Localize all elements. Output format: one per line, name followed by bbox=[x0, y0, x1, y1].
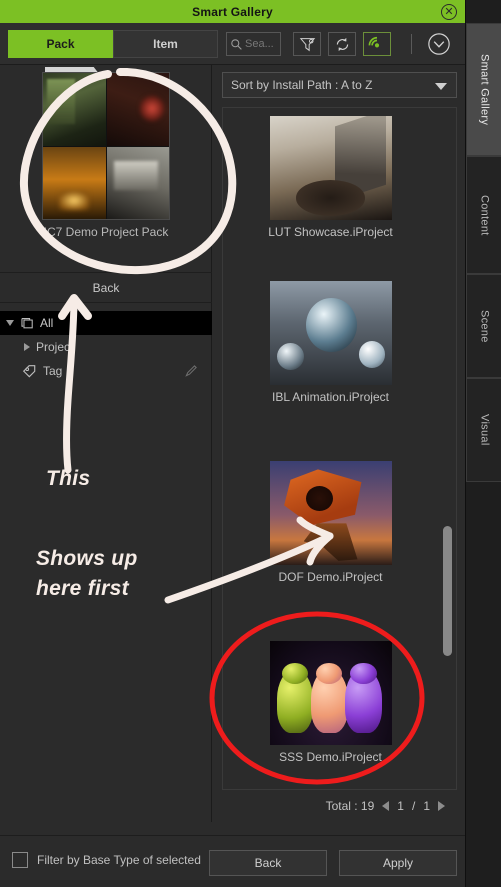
total-count-label: Total : 19 bbox=[325, 799, 375, 813]
thumbnail-image bbox=[269, 641, 392, 745]
pack-name-label: IC7 Demo Project Pack bbox=[43, 225, 169, 239]
expand-menu-button[interactable] bbox=[425, 32, 453, 56]
dock-tab-label: Scene bbox=[478, 309, 491, 343]
layers-icon bbox=[21, 317, 33, 328]
item-label: LUT Showcase.iProject bbox=[268, 225, 393, 239]
thumb-quadrant bbox=[43, 73, 106, 146]
dock-tab-smart-gallery[interactable]: Smart Gallery bbox=[466, 23, 501, 156]
filter-settings-icon bbox=[299, 37, 315, 51]
item-label: SSS Demo.iProject bbox=[279, 750, 382, 764]
item-label: IBL Animation.iProject bbox=[272, 390, 389, 404]
thumbnail-image bbox=[269, 461, 392, 565]
total-pages-label: 1 bbox=[423, 799, 430, 813]
thumb-quadrant bbox=[106, 146, 169, 219]
thumbnail-image bbox=[269, 116, 392, 220]
item-thumbnail bbox=[269, 461, 392, 565]
pencil-icon[interactable] bbox=[185, 364, 198, 380]
refresh-icon bbox=[336, 37, 348, 51]
list-item[interactable]: IBL Animation.iProject bbox=[223, 281, 438, 405]
pack-back-button[interactable]: Back bbox=[0, 273, 212, 303]
list-item[interactable]: DOF Demo.iProject bbox=[223, 461, 438, 585]
item-label: DOF Demo.iProject bbox=[278, 570, 383, 584]
thumbnail-image bbox=[269, 281, 392, 385]
item-browser-panel: Sort by Install Path : A to Z LUT Showca… bbox=[213, 65, 465, 822]
pack-card[interactable]: IC7 Demo Project Pack bbox=[0, 65, 212, 273]
page-separator: / bbox=[411, 799, 416, 813]
window-title: Smart Gallery bbox=[192, 4, 273, 19]
pack-folder bbox=[42, 67, 170, 220]
toolbar: Pack Item Sea... bbox=[0, 23, 465, 65]
item-thumbnail bbox=[269, 116, 392, 220]
chevron-down-icon bbox=[435, 83, 447, 90]
sort-dropdown[interactable]: Sort by Install Path : A to Z bbox=[222, 72, 457, 98]
annotation-text-shows-up: Shows up bbox=[36, 547, 138, 570]
list-item[interactable]: SSS Demo.iProject bbox=[223, 641, 438, 765]
tree-item-project[interactable]: Project bbox=[0, 335, 212, 359]
pack-thumbnail bbox=[42, 72, 170, 220]
item-list[interactable]: LUT Showcase.iProject IBL Animation.iPro… bbox=[222, 107, 457, 790]
mode-tabs: Pack Item bbox=[8, 30, 218, 58]
chevron-down-circle-icon bbox=[428, 33, 450, 55]
tree-item-tag[interactable]: Tag bbox=[0, 359, 212, 383]
tree-item-all[interactable]: All bbox=[0, 311, 212, 335]
dock-tab-scene[interactable]: Scene bbox=[466, 274, 501, 378]
back-button[interactable]: Back bbox=[209, 850, 327, 876]
search-placeholder: Sea... bbox=[245, 38, 274, 50]
tree-item-label: Project bbox=[36, 340, 74, 354]
dock-tab-label: Visual bbox=[478, 414, 491, 446]
tree-item-label: All bbox=[40, 316, 54, 330]
pagination: Total : 19 1 / 1 bbox=[222, 794, 457, 818]
refresh-button[interactable] bbox=[328, 32, 356, 56]
filter-settings-button[interactable] bbox=[293, 32, 321, 56]
annotation-text-here-first: here first bbox=[36, 577, 129, 600]
pack-browser-panel: IC7 Demo Project Pack Back All Project T… bbox=[0, 65, 212, 822]
dock-tab-visual[interactable]: Visual bbox=[466, 378, 501, 482]
thumb-quadrant bbox=[43, 146, 106, 219]
radar-icon bbox=[368, 36, 380, 48]
dock-tabs: Smart Gallery Content Scene Visual bbox=[465, 0, 501, 887]
tab-pack[interactable]: Pack bbox=[8, 30, 113, 58]
current-page-label: 1 bbox=[397, 799, 404, 813]
chevron-down-icon[interactable] bbox=[6, 320, 14, 326]
category-tree: All Project Tag bbox=[0, 311, 212, 383]
toolbar-separator bbox=[411, 34, 412, 54]
dock-tab-label: Content bbox=[478, 194, 491, 236]
list-item[interactable]: LUT Showcase.iProject bbox=[223, 116, 438, 240]
close-icon[interactable]: ✕ bbox=[441, 4, 457, 20]
bottom-bar: Filter by Base Type of selected i Back A… bbox=[0, 835, 465, 887]
pack-back-label: Back bbox=[92, 280, 120, 295]
next-page-button[interactable] bbox=[438, 801, 445, 811]
filter-checkbox-row[interactable]: Filter by Base Type of selected i bbox=[12, 852, 202, 868]
tree-item-label: Tag bbox=[43, 364, 63, 378]
tag-icon bbox=[22, 365, 36, 378]
smart-gallery-window: Smart Gallery ✕ Smart Gallery Content Sc… bbox=[0, 0, 501, 887]
annotation-text-this: This bbox=[46, 467, 91, 490]
tab-item[interactable]: Item bbox=[113, 30, 218, 58]
chevron-right-icon[interactable] bbox=[24, 343, 30, 351]
apply-button[interactable]: Apply bbox=[339, 850, 457, 876]
item-list-scrollbar-thumb[interactable] bbox=[443, 526, 452, 656]
thumb-quadrant bbox=[106, 73, 169, 146]
item-list-scrollbar-track[interactable] bbox=[443, 114, 452, 783]
filter-checkbox-label: Filter by Base Type of selected i bbox=[37, 853, 202, 867]
live-sync-button[interactable] bbox=[363, 32, 391, 56]
dock-tab-content[interactable]: Content bbox=[466, 156, 501, 274]
title-bar: Smart Gallery ✕ bbox=[0, 0, 465, 23]
search-input[interactable]: Sea... bbox=[226, 32, 281, 56]
search-icon bbox=[231, 38, 242, 50]
item-thumbnail bbox=[269, 281, 392, 385]
prev-page-button[interactable] bbox=[382, 801, 390, 811]
item-thumbnail bbox=[269, 641, 392, 745]
dock-tab-label: Smart Gallery bbox=[478, 53, 491, 126]
filter-checkbox[interactable] bbox=[12, 852, 28, 868]
sort-dropdown-label: Sort by Install Path : A to Z bbox=[231, 78, 373, 92]
